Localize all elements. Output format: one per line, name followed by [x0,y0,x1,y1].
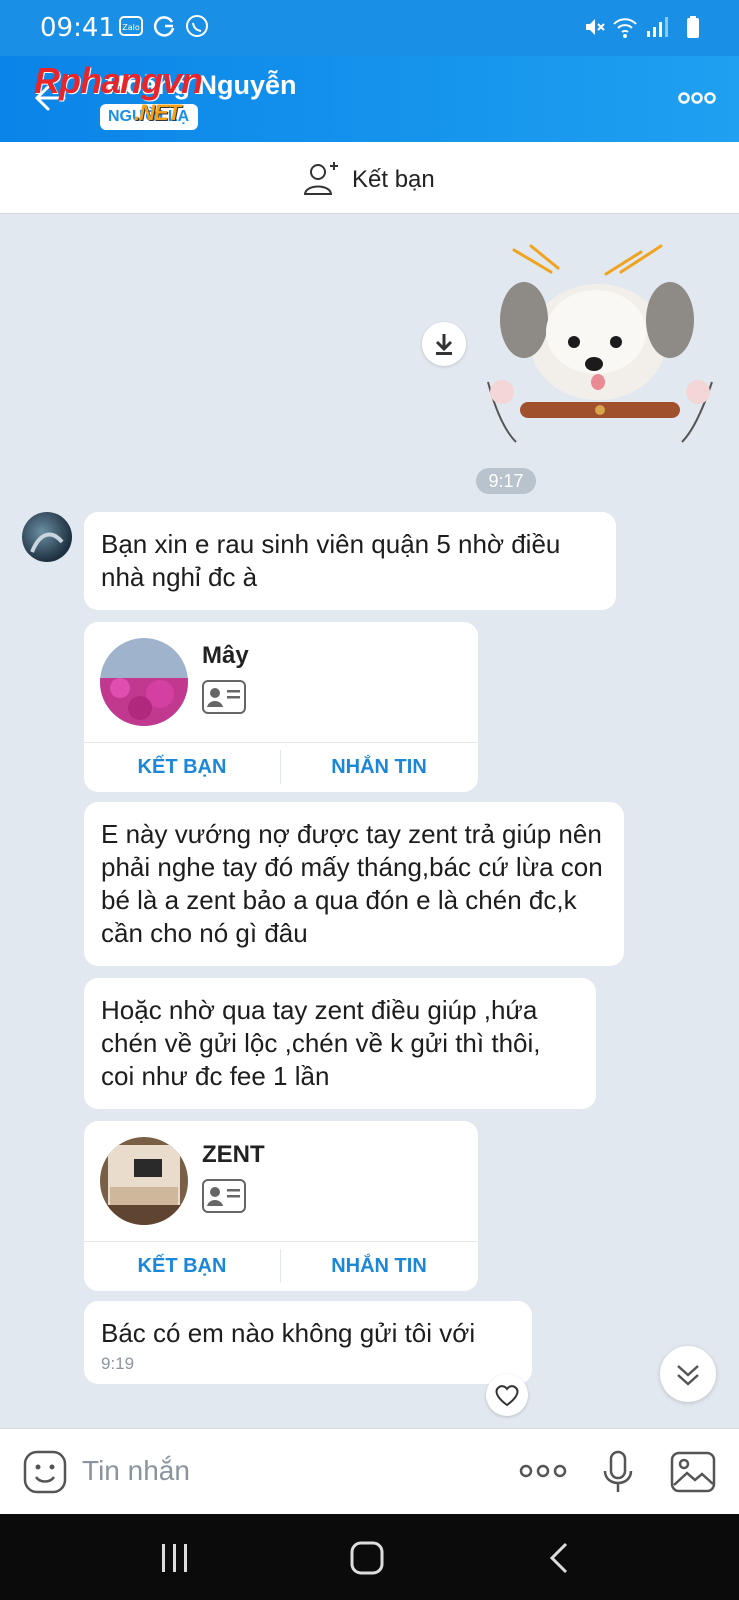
home-icon[interactable] [347,1540,387,1576]
watermark-suffix: .NET [134,100,181,125]
message-composer: Tin nhắn [0,1428,739,1514]
message-bubble[interactable]: E này vướng nợ được tay zent trả giúp nê… [84,802,624,966]
more-options-icon[interactable] [518,1459,568,1483]
message-bubble[interactable]: Bác có em nào không gửi tôi với 9:19 [84,1301,532,1384]
sender-avatar[interactable] [22,512,72,562]
message-text: E này vướng nợ được tay zent trả giúp nê… [101,819,603,948]
contact-card-icon [202,1179,246,1213]
download-button[interactable] [422,322,466,366]
system-nav-bar [0,1514,739,1600]
contact-card-name: Mây [202,642,249,669]
zalo-notification-icon: Zalo [119,16,143,36]
message-text: Bác có em nào không gửi tôi với [101,1318,476,1348]
double-chevron-down-icon [677,1365,699,1386]
svg-text:Zalo: Zalo [122,23,140,32]
add-friend-bar[interactable]: Kết bạn [0,142,739,214]
chat-header: Hoàng Nguyễn NGƯỜI LẠ Rphangvn .NET [0,56,739,142]
system-back-icon[interactable] [540,1540,580,1576]
card-message-button[interactable]: NHẮN TIN [281,1242,477,1291]
contact-card-icon [202,680,246,714]
google-notification-icon [153,16,175,37]
message-bubble[interactable]: Bạn xin e rau sinh viên quận 5 nhờ điều … [84,512,616,610]
viber-notification-icon [186,15,208,37]
scroll-to-bottom-button[interactable] [660,1346,716,1402]
message-bubble[interactable]: Hoặc nhờ qua tay zent điều giúp ,hứa ché… [84,978,596,1109]
status-bar: 09:41 Zalo [0,0,739,56]
status-time: 09:41 [40,13,115,43]
react-button[interactable] [486,1374,528,1416]
more-icon[interactable] [677,86,717,110]
add-friend-label: Kết bạn [352,166,435,193]
battery-icon [687,16,699,38]
heart-icon [495,1385,519,1407]
contact-card-name: ZENT [202,1141,265,1168]
gallery-icon[interactable] [670,1451,716,1493]
contact-card: ZENT KẾT BẠN NHẮN TIN [84,1121,478,1291]
message-text: Hoặc nhờ qua tay zent điều giúp ,hứa ché… [101,995,541,1091]
mute-icon [586,19,605,35]
microphone-icon[interactable] [600,1449,636,1495]
card-message-button[interactable]: NHẮN TIN [281,743,477,792]
site-watermark: Rphangvn .NET [34,60,203,125]
recent-apps-icon[interactable] [155,1540,195,1576]
contact-avatar[interactable] [100,1137,188,1225]
emoji-icon[interactable] [22,1449,68,1495]
sticker-timestamp: 9:17 [476,468,536,494]
download-icon [435,334,453,355]
wifi-icon [613,18,637,38]
message-timestamp: 9:19 [101,1354,135,1373]
card-add-friend-button[interactable]: KẾT BẠN [84,743,280,792]
contact-avatar[interactable] [100,638,188,726]
message-text: Bạn xin e rau sinh viên quận 5 nhờ điều … [101,529,561,592]
add-friend-icon [303,162,338,195]
card-add-friend-button[interactable]: KẾT BẠN [84,1242,280,1291]
dog-sticker[interactable] [486,242,716,462]
signal-icon [647,17,668,37]
watermark-text: Rphangvn [34,60,203,101]
message-input[interactable]: Tin nhắn [82,1455,190,1487]
contact-card: Mây KẾT BẠN NHẮN TIN [84,622,478,792]
